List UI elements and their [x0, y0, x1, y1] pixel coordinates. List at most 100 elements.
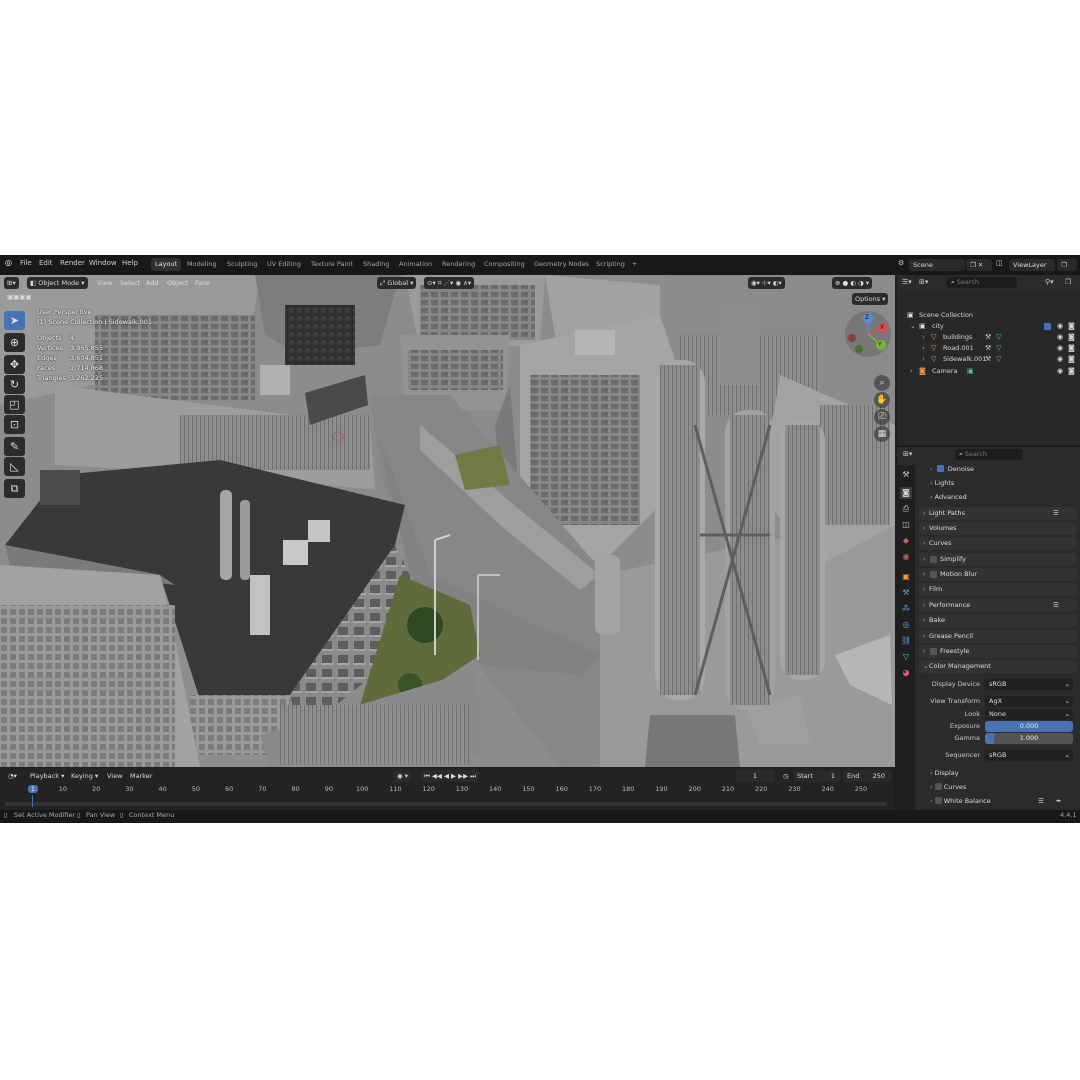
panel-freestyle[interactable]: › Freestyle	[919, 645, 1077, 658]
chevron-right-icon[interactable]: ›	[922, 332, 925, 343]
render-camera-icon[interactable]: ◙	[1068, 343, 1075, 354]
auto-keying-button[interactable]: ◉ ▾	[394, 770, 412, 782]
outliner-row-buildings[interactable]: › ▽ buildings ⚒ ▽ ◉ ◙	[897, 332, 1080, 343]
menu-edit[interactable]: Edit	[39, 259, 53, 267]
preset-list-icon[interactable]: ☰	[1053, 507, 1059, 520]
end-frame-field[interactable]: End 250	[843, 770, 891, 782]
curves-checkbox[interactable]	[934, 783, 942, 790]
menu-window[interactable]: Window	[89, 259, 117, 267]
timeline-scrollbar[interactable]	[5, 802, 887, 806]
render-camera-icon[interactable]: ◙	[1068, 354, 1075, 365]
eye-icon[interactable]: ◉	[1057, 366, 1063, 377]
display-mode-icon[interactable]: ⊞▾	[919, 278, 928, 286]
outliner-row-road[interactable]: › ▽ Road.001 ⚒ ▽ ◉ ◙	[897, 343, 1080, 354]
advanced-row[interactable]: › Advanced	[930, 491, 967, 503]
world-tab-icon[interactable]: ◉	[900, 551, 912, 563]
annotate-tool[interactable]: ✎	[4, 437, 25, 456]
filter-icon[interactable]: ⚲▾	[1045, 278, 1054, 286]
transform-tool[interactable]: ⊡	[4, 415, 25, 434]
display-device-dropdown[interactable]: sRGB ⌄	[985, 679, 1073, 690]
denoise-checkbox[interactable]	[936, 465, 944, 472]
menu-view-timeline[interactable]: View	[104, 770, 125, 782]
panel-performance[interactable]: › Performance ☰	[919, 599, 1077, 612]
preset-list-icon[interactable]: ☰	[1038, 795, 1044, 807]
outliner-row-camera[interactable]: › ◙ Camera ▣ ◉ ◙	[897, 366, 1080, 377]
data-tab-icon[interactable]: ▽	[900, 651, 912, 663]
chevron-down-icon[interactable]: ⌄	[910, 321, 916, 332]
constraints-tab-icon[interactable]: ⛓	[900, 635, 912, 647]
tab-rendering[interactable]: Rendering	[438, 258, 479, 271]
panel-volumes[interactable]: › Volumes	[919, 522, 1077, 535]
display-subpanel[interactable]: › Display	[930, 767, 959, 779]
start-frame-field[interactable]: Start 1	[793, 770, 841, 782]
scale-tool[interactable]: ◰	[4, 395, 25, 414]
properties-search-input[interactable]: ⌕ Search	[955, 449, 1023, 460]
add-cube-tool[interactable]: ⧉	[4, 479, 25, 498]
menu-face[interactable]: Face	[192, 277, 213, 289]
preset-list-icon[interactable]: ☰	[1053, 599, 1059, 612]
move-tool[interactable]: ✥	[4, 355, 25, 374]
panel-light-paths[interactable]: › Light Paths ☰	[919, 507, 1077, 520]
chevron-right-icon[interactable]: ›	[922, 343, 925, 354]
tab-modeling[interactable]: Modeling	[183, 258, 221, 271]
editor-type-button[interactable]: ⊞▾	[4, 277, 19, 289]
menu-keying[interactable]: Keying ▾	[68, 770, 101, 782]
properties-editor-icon[interactable]: ⊞▾	[903, 450, 912, 458]
tab-sculpting[interactable]: Sculpting	[223, 258, 261, 271]
measure-tool[interactable]: ◺	[4, 457, 25, 476]
motion-blur-checkbox[interactable]	[930, 571, 937, 578]
outliner-editor-icon[interactable]: ☰▾	[902, 278, 912, 286]
chevron-right-icon[interactable]: ›	[922, 354, 925, 365]
sequencer-dropdown[interactable]: sRGB ⌄	[985, 750, 1073, 761]
cursor-tool[interactable]: ⊕	[4, 333, 25, 352]
add-workspace-button[interactable]: +	[628, 258, 641, 271]
panel-motion-blur[interactable]: › Motion Blur	[919, 568, 1077, 581]
object-tab-icon[interactable]: ▣	[900, 571, 912, 583]
chevron-right-icon[interactable]: ›	[910, 366, 913, 377]
tab-uv-editing[interactable]: UV Editing	[263, 258, 305, 271]
tab-animation[interactable]: Animation	[395, 258, 436, 271]
object-mode-dropdown[interactable]: ◧ Object Mode ▾	[27, 277, 88, 289]
outliner-row-city[interactable]: ⌄ ▣ city ◉ ◙	[897, 321, 1080, 332]
selection-mode-buttons[interactable]: ▣▣▣▣	[4, 291, 62, 303]
new-collection-icon[interactable]: ❐	[1065, 278, 1071, 286]
tab-layout[interactable]: Layout	[151, 258, 182, 271]
panel-color-management[interactable]: ⌄ Color Management	[919, 660, 1077, 673]
menu-render[interactable]: Render	[60, 259, 85, 267]
menu-help[interactable]: Help	[122, 259, 138, 267]
view-transform-dropdown[interactable]: AgX ⌄	[985, 696, 1073, 707]
panel-bake[interactable]: › Bake	[919, 614, 1077, 627]
eye-icon[interactable]: ◉	[1057, 343, 1063, 354]
clock-icon[interactable]: ◷	[780, 770, 792, 782]
tab-shading[interactable]: Shading	[359, 258, 393, 271]
scene-tab-icon[interactable]: ◆	[900, 535, 912, 547]
view-layer-selector[interactable]: ViewLayer	[1009, 259, 1055, 271]
outliner-row-sidewalk[interactable]: › ▽ Sidewalk.001 ⚒ ▽ ◉ ◙	[897, 354, 1080, 365]
shading-buttons[interactable]: ⊕ ● ◐ ◑ ▾	[832, 277, 872, 289]
tab-texture-paint[interactable]: Texture Paint	[307, 258, 357, 271]
menu-playback[interactable]: Playback ▾	[27, 770, 67, 782]
menu-view[interactable]: View	[94, 277, 115, 289]
curves-subpanel[interactable]: › Curves	[930, 781, 966, 793]
select-tool[interactable]: ➤	[4, 311, 25, 330]
panel-curves[interactable]: › Curves	[919, 537, 1077, 550]
panel-grease-pencil[interactable]: › Grease Pencil	[919, 630, 1077, 643]
menu-select[interactable]: Select	[117, 277, 143, 289]
rotate-tool[interactable]: ↻	[4, 375, 25, 394]
render-camera-icon[interactable]: ◙	[1068, 332, 1075, 343]
menu-file[interactable]: File	[20, 259, 32, 267]
timeline-editor-icon[interactable]: ◔▾	[5, 770, 20, 782]
eye-icon[interactable]: ◉	[1057, 354, 1063, 365]
render-tab-icon[interactable]: ◙	[900, 487, 912, 499]
panel-film[interactable]: › Film	[919, 583, 1077, 596]
menu-object[interactable]: Object	[164, 277, 191, 289]
lights-row[interactable]: › Lights	[930, 477, 954, 489]
outliner-row-scene-collection[interactable]: ▣ Scene Collection	[897, 310, 1080, 321]
freestyle-checkbox[interactable]	[930, 648, 937, 655]
view-layer-tab-icon[interactable]: ◫	[900, 519, 912, 531]
exclude-checkbox[interactable]	[1044, 323, 1051, 330]
render-camera-icon[interactable]: ◙	[1068, 366, 1075, 377]
navigation-gizmo[interactable]: Z X Y	[845, 311, 891, 357]
physics-tab-icon[interactable]: ◎	[900, 619, 912, 631]
frame-ruler[interactable]: 1 10 20 30 40 50 60 70 80 90 100 110 120 130 140 150 160…	[0, 783, 895, 797]
